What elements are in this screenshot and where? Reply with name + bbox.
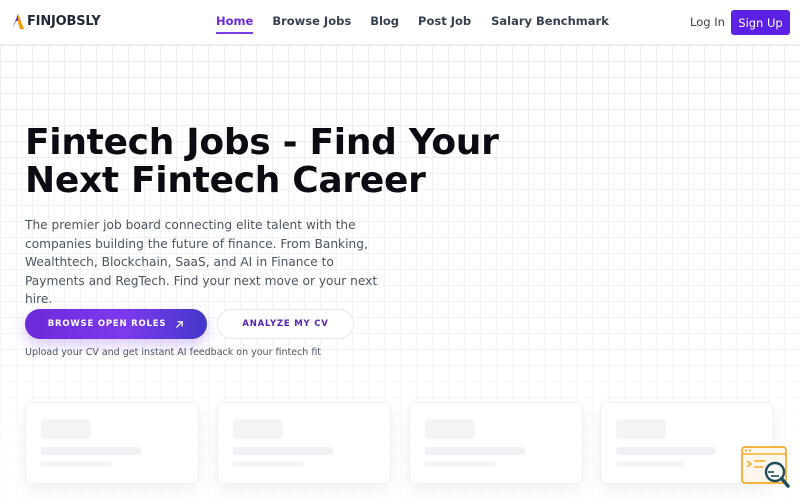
top-navbar: FINJOBSLY Home Browse Jobs Blog Post Job… — [0, 0, 800, 45]
nav-browse-jobs[interactable]: Browse Jobs — [272, 14, 351, 34]
skeleton-line — [41, 447, 141, 455]
browse-roles-label: BROWSE OPEN ROLES — [47, 319, 167, 329]
skeleton-line — [425, 447, 525, 455]
skeleton-line — [616, 447, 716, 455]
main-nav: Home Browse Jobs Blog Post Job Salary Be… — [216, 14, 609, 34]
analyze-cv-button[interactable]: ANALYZE MY CV — [217, 309, 354, 339]
hero-title-line1: Fintech Jobs - Find Your — [25, 122, 499, 163]
browse-roles-button[interactable]: BROWSE OPEN ROLES — [25, 309, 207, 339]
skeleton-line — [233, 461, 303, 467]
skeleton-block — [41, 419, 91, 439]
nav-post-job[interactable]: Post Job — [418, 14, 471, 34]
cv-hint-text: Upload your CV and get instant AI feedba… — [25, 347, 322, 358]
signup-button[interactable]: Sign Up — [731, 10, 790, 35]
cv-analyzer-widget[interactable] — [741, 446, 791, 490]
hero-subtitle: The premier job board connecting elite t… — [25, 218, 378, 306]
hero-title: Fintech Jobs - Find Your Next Fintech Ca… — [25, 124, 545, 200]
skeleton-line — [425, 461, 495, 467]
arrow-up-right-icon — [176, 320, 184, 328]
finjobsly-logo-icon — [12, 14, 24, 29]
logo[interactable]: FINJOBSLY — [11, 12, 101, 30]
nav-home[interactable]: Home — [216, 14, 254, 34]
skeleton-block — [425, 419, 475, 439]
brand-name: FINJOBSLY — [27, 13, 101, 29]
skeleton-card — [25, 402, 199, 484]
skeleton-card — [217, 402, 391, 484]
nav-blog[interactable]: Blog — [370, 14, 399, 34]
skeleton-line — [233, 447, 333, 455]
analyze-cv-label: ANALYZE MY CV — [242, 319, 329, 329]
skeleton-line — [616, 461, 686, 467]
skeleton-card — [409, 402, 583, 484]
cv-search-icon — [741, 446, 790, 488]
hero-title-line2: Next Fintech Career — [25, 160, 426, 201]
skeleton-block — [233, 419, 283, 439]
skeleton-line — [41, 461, 111, 467]
nav-salary-benchmark[interactable]: Salary Benchmark — [491, 14, 609, 34]
skeleton-block — [616, 419, 666, 439]
login-link[interactable]: Log In — [690, 15, 725, 29]
